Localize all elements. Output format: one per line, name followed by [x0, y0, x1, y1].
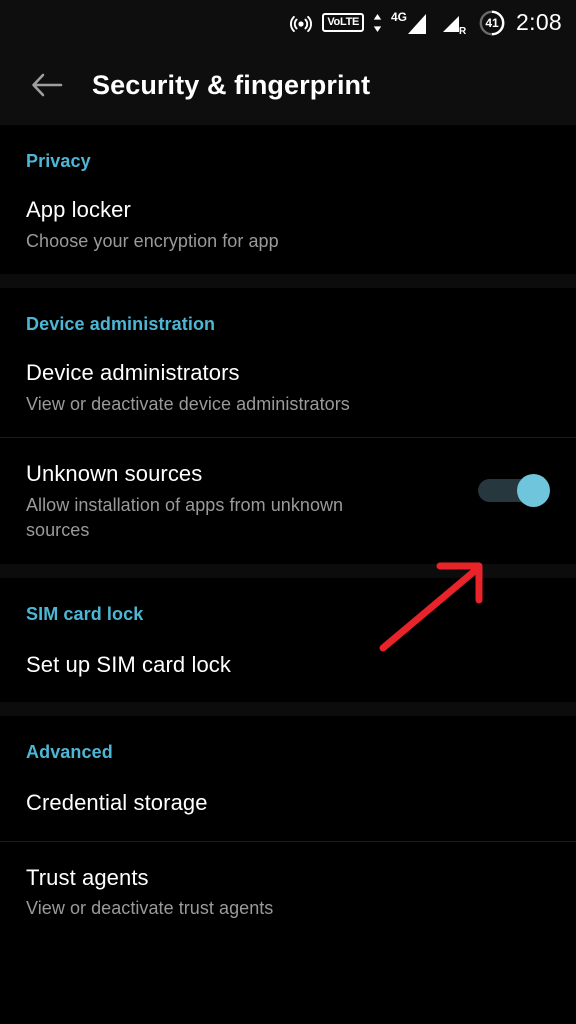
hotspot-icon — [289, 11, 313, 35]
section-separator — [0, 274, 576, 289]
battery-icon: 41 — [479, 10, 505, 36]
row-title: Unknown sources — [26, 461, 203, 487]
svg-text:4G: 4G — [391, 10, 407, 24]
row-text: Credential storage — [26, 789, 550, 817]
section-header-sim-card-lock: SIM card lock — [26, 603, 144, 624]
page-title: Security & fingerprint — [92, 69, 371, 100]
row-title: Trust agents — [26, 864, 149, 890]
settings-list: Privacy App locker Choose your encryptio… — [0, 125, 576, 942]
data-transfer-icon — [373, 13, 382, 32]
list-item-credential-storage[interactable]: Credential storage — [0, 765, 576, 841]
row-subtitle: View or deactivate trust agents — [26, 898, 274, 919]
row-subtitle: Allow installation of apps from unknown … — [26, 494, 344, 541]
row-text: Device administrators View or deactivate… — [26, 359, 550, 417]
list-item-set-up-sim-card-lock[interactable]: Set up SIM card lock — [0, 627, 576, 703]
toggle-thumb — [517, 474, 550, 508]
row-text: App locker Choose your encryption for ap… — [26, 196, 550, 254]
list-item-unknown-sources[interactable]: Unknown sources Allow installation of ap… — [0, 438, 576, 564]
unknown-sources-toggle[interactable] — [478, 474, 550, 508]
phone-screen: VoLTE 4G R 41 2:08 Security & fingerprin… — [0, 0, 576, 1024]
svg-text:R: R — [459, 26, 467, 36]
row-title: Device administrators — [26, 360, 240, 386]
section-separator — [0, 563, 576, 578]
list-item-trust-agents[interactable]: Trust agents View or deactivate trust ag… — [0, 842, 576, 942]
list-item-device-administrators[interactable]: Device administrators View or deactivate… — [0, 337, 576, 437]
volte-icon: VoLTE — [322, 13, 365, 32]
section-header-device-administration: Device administration — [26, 314, 216, 335]
app-bar: Security & fingerprint — [0, 45, 576, 125]
row-title: Set up SIM card lock — [26, 651, 231, 677]
battery-level-label: 41 — [485, 15, 499, 30]
back-arrow-icon[interactable] — [30, 68, 64, 102]
row-subtitle: View or deactivate device administrators — [26, 393, 350, 414]
row-text: Unknown sources Allow installation of ap… — [26, 460, 464, 544]
section-separator — [0, 702, 576, 717]
row-title: App locker — [26, 197, 131, 222]
row-subtitle: Choose your encryption for app — [26, 230, 279, 251]
clock-label: 2:08 — [516, 9, 562, 35]
section-header-advanced: Advanced — [26, 742, 113, 763]
row-title: Credential storage — [26, 790, 208, 816]
list-item-app-locker[interactable]: App locker Choose your encryption for ap… — [0, 174, 576, 274]
signal-roaming-icon: R — [440, 10, 470, 36]
row-text: Set up SIM card lock — [26, 651, 550, 679]
signal-4g-icon: 4G — [391, 10, 431, 36]
row-text: Trust agents View or deactivate trust ag… — [26, 864, 550, 922]
section-header-privacy: Privacy — [26, 151, 91, 171]
status-bar: VoLTE 4G R 41 2:08 — [0, 0, 576, 45]
